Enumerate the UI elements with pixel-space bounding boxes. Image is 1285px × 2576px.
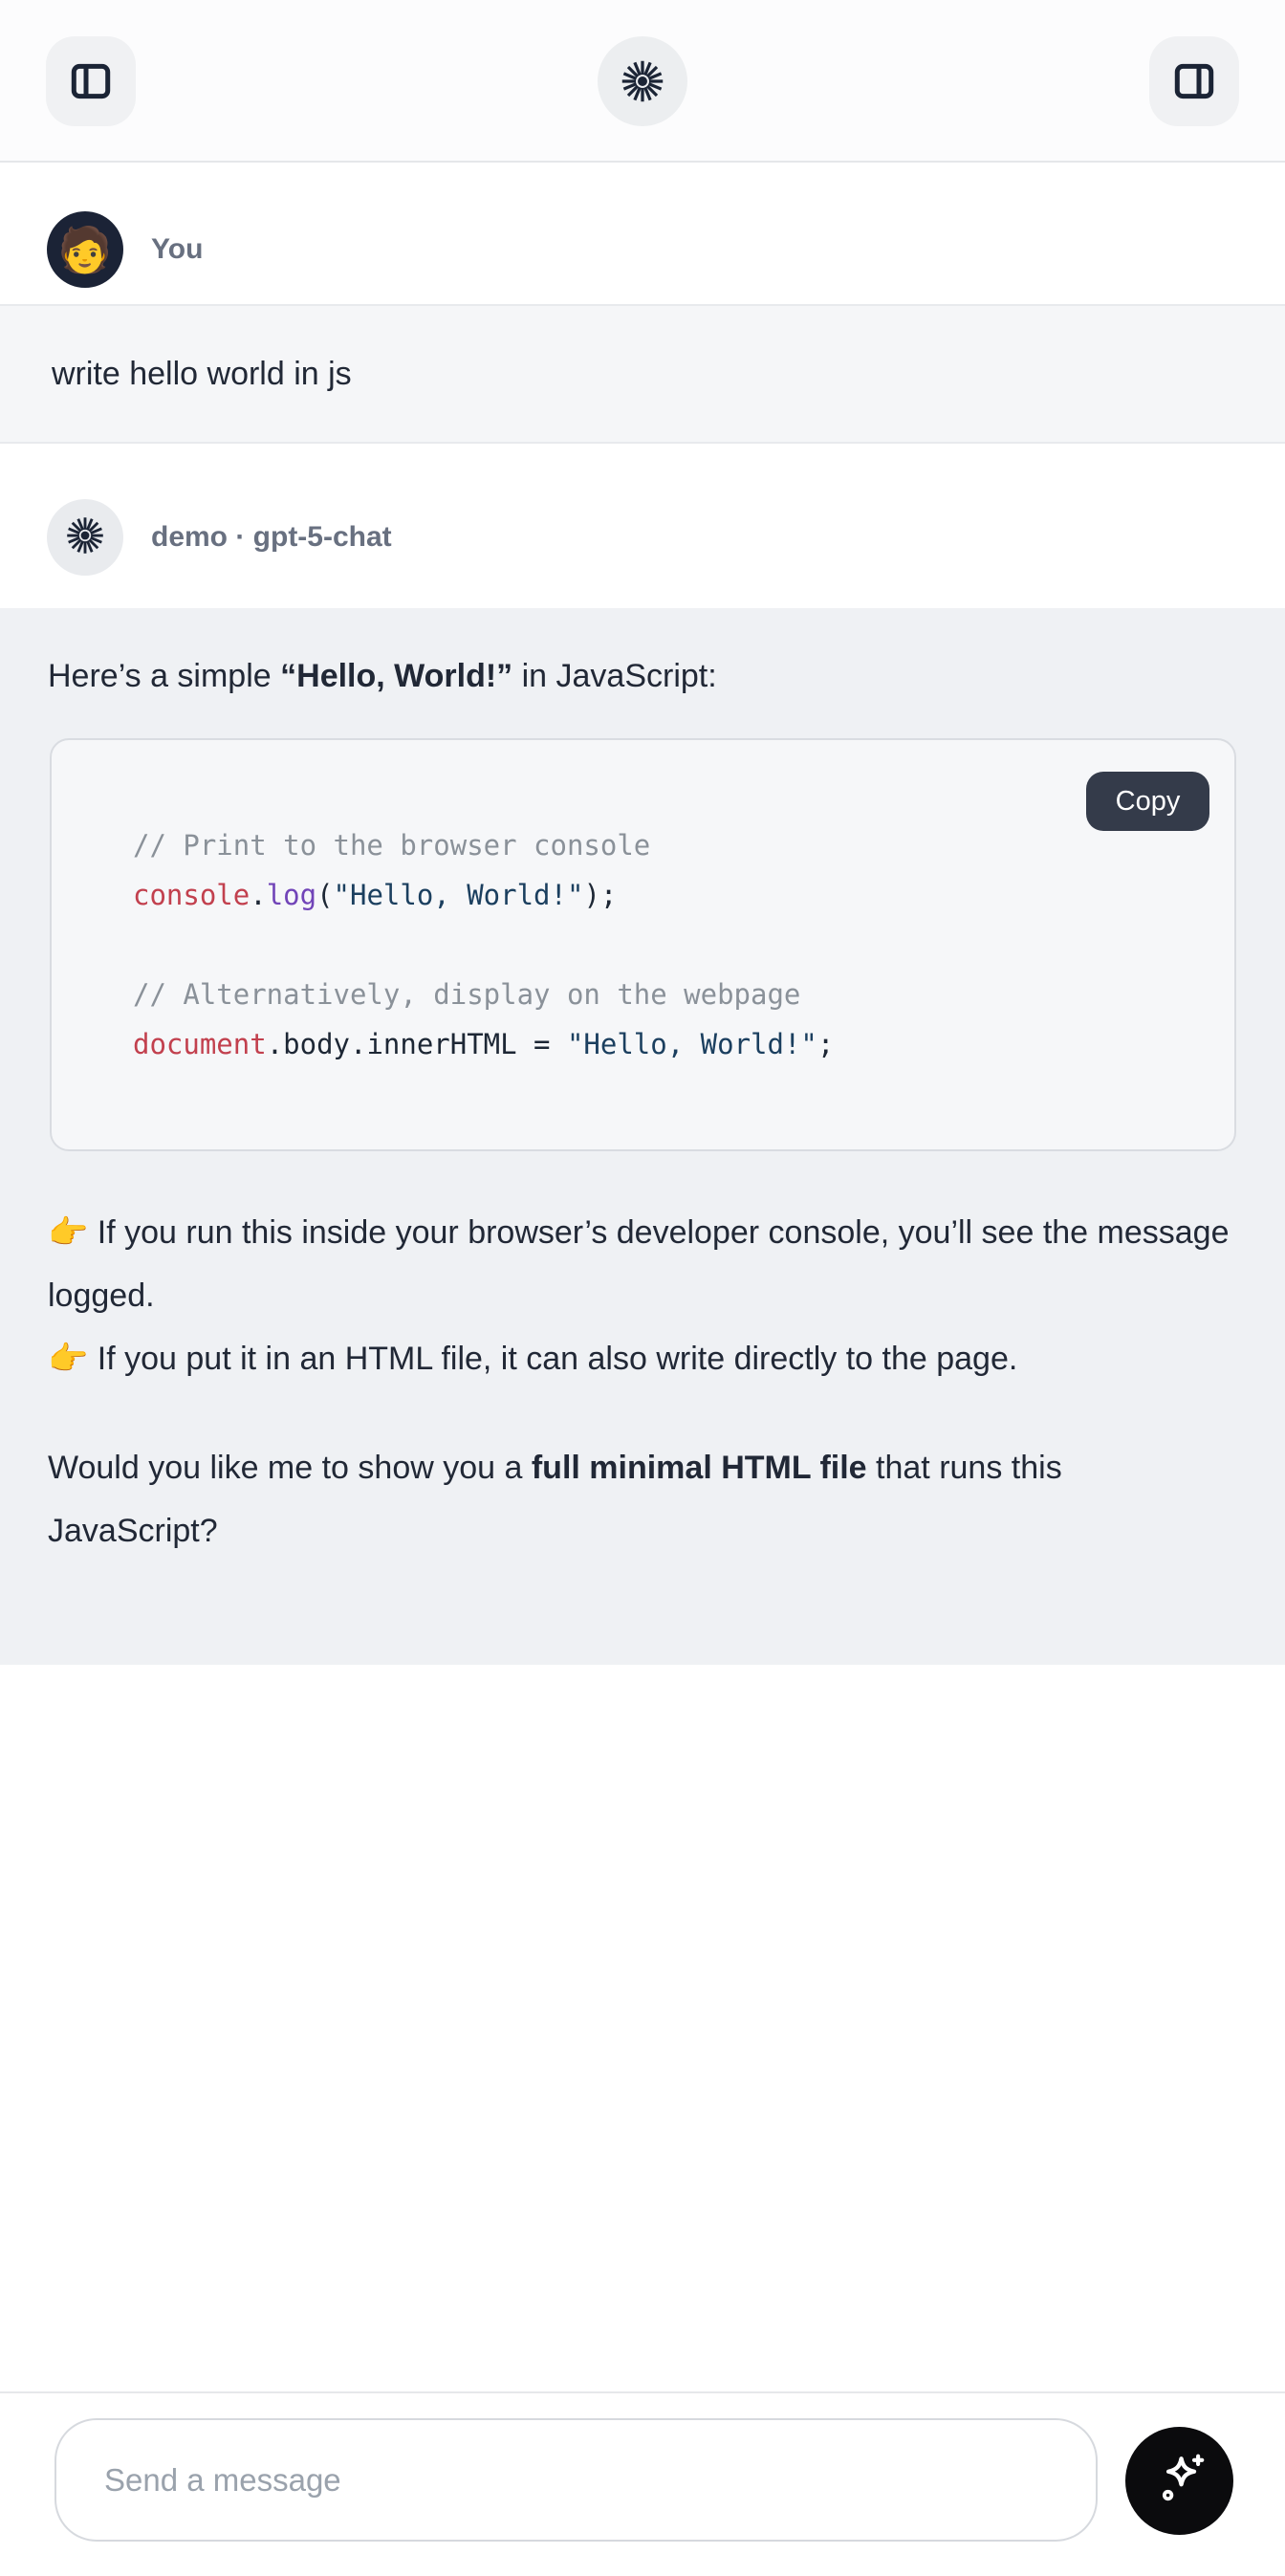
assistant-sender-row: demo · gpt-5-chat: [0, 444, 1285, 608]
panel-left-icon: [67, 57, 115, 105]
top-bar: [0, 0, 1285, 163]
user-message: write hello world in js: [0, 304, 1285, 444]
composer-bar: [0, 2391, 1285, 2576]
sparkle-icon: [1150, 2450, 1209, 2512]
intro-text-post: in JavaScript:: [512, 658, 717, 694]
closing-text: Would you like me to show you a: [48, 1450, 532, 1486]
chat-app: 🧑 You write hello world in js demo · gpt…: [0, 0, 1285, 2576]
code-content: // Print to the browser consoleconsole.l…: [52, 740, 872, 1069]
assistant-message: Here’s a simple “Hello, World!” in JavaS…: [0, 608, 1285, 1665]
assistant-intro-line: Here’s a simple “Hello, World!” in JavaS…: [48, 644, 1237, 708]
panel-right-toggle-button[interactable]: [1149, 36, 1239, 126]
code-block: Copy // Print to the browser consolecons…: [50, 738, 1236, 1151]
user-sender-label: You: [151, 211, 203, 288]
note-line: 👉 If you put it in an HTML file, it can …: [48, 1327, 1237, 1390]
assistant-closing-line: Would you like me to show you a full min…: [48, 1436, 1237, 1562]
user-message-text: write hello world in js: [52, 356, 352, 393]
sidebar-toggle-button[interactable]: [46, 36, 136, 126]
assistant-sender-label: demo · gpt-5-chat: [151, 499, 392, 576]
message-input[interactable]: [54, 2418, 1098, 2542]
closing-bold-text: full minimal HTML file: [532, 1450, 867, 1486]
intro-text: Here’s a simple: [48, 658, 280, 694]
starburst-icon: [63, 513, 107, 562]
note-line: 👉 If you run this inside your browser’s …: [48, 1201, 1237, 1327]
person-emoji: 🧑: [57, 228, 112, 272]
send-button[interactable]: [1125, 2427, 1233, 2535]
starburst-icon: [618, 56, 667, 106]
user-avatar: 🧑: [47, 211, 123, 288]
panel-right-icon: [1170, 57, 1218, 105]
app-logo-button[interactable]: [598, 36, 687, 126]
intro-bold-text: “Hello, World!”: [280, 658, 512, 694]
user-sender-row: 🧑 You: [0, 163, 1285, 304]
assistant-avatar: [47, 499, 123, 576]
copy-code-button[interactable]: Copy: [1086, 772, 1209, 831]
assistant-notes: 👉 If you run this inside your browser’s …: [48, 1201, 1237, 1390]
